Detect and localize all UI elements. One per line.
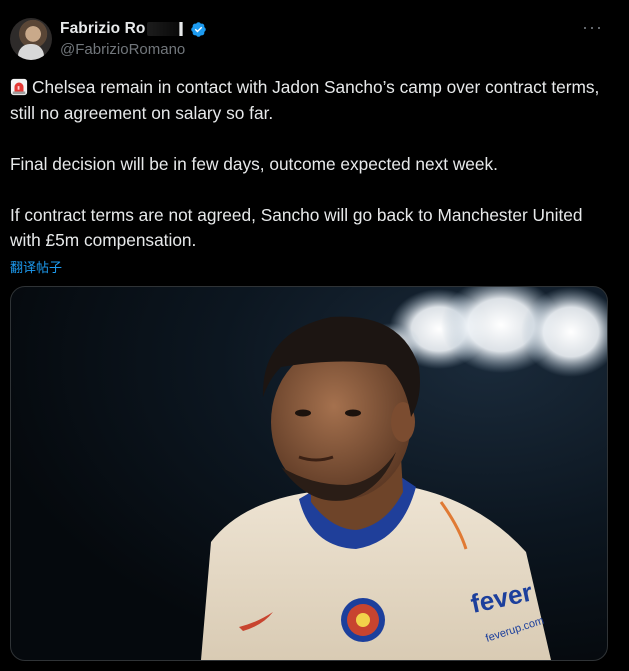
paragraph-1-text: Chelsea remain in contact with Jadon San… bbox=[10, 77, 600, 123]
handle[interactable]: @FabrizioRomano bbox=[60, 41, 207, 58]
display-name[interactable]: Fabrizio Ro bbox=[60, 20, 146, 38]
avatar[interactable] bbox=[10, 18, 52, 60]
tweet-header: Fabrizio Ro @FabrizioRomano ··· bbox=[10, 16, 619, 64]
verified-badge-icon[interactable] bbox=[190, 21, 207, 38]
tweet-text: Chelsea remain in contact with Jadon San… bbox=[10, 75, 610, 254]
author-names: Fabrizio Ro @FabrizioRomano bbox=[60, 19, 207, 58]
paragraph-3: If contract terms are not agreed, Sancho… bbox=[10, 204, 583, 251]
name-redaction bbox=[146, 22, 187, 36]
eye bbox=[295, 409, 311, 417]
player-photo: fever feverup.com bbox=[201, 287, 607, 660]
eye bbox=[345, 409, 361, 417]
tweet[interactable]: Fabrizio Ro @FabrizioRomano ··· Chelsea … bbox=[0, 0, 629, 671]
translate-post-link[interactable]: 翻译帖子 bbox=[10, 257, 62, 276]
paragraph-2: Final decision will be in few days, outc… bbox=[10, 153, 498, 174]
more-horizontal-icon[interactable]: ··· bbox=[582, 18, 603, 36]
club-crest-lion bbox=[356, 613, 370, 627]
tweet-photo[interactable]: fever feverup.com bbox=[10, 286, 608, 661]
siren-icon bbox=[10, 78, 28, 96]
paragraph-1: Chelsea remain in contact with Jadon San… bbox=[10, 75, 610, 126]
